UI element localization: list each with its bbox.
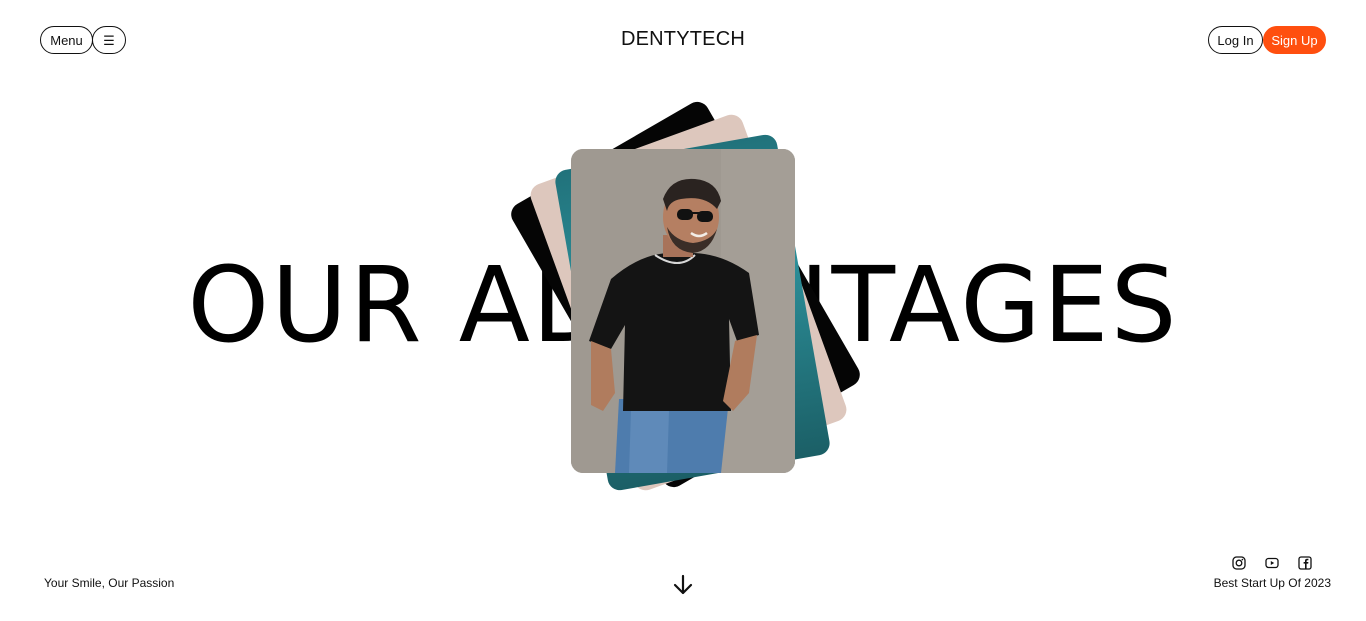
page: Menu ☰ DENTYTECH Log In Sign Up OUR ADVA… bbox=[0, 0, 1366, 621]
hamburger-icon: ☰ bbox=[103, 32, 115, 48]
person-photo bbox=[571, 149, 795, 473]
instagram-icon[interactable] bbox=[1232, 556, 1246, 570]
site-logo[interactable]: DENTYTECH bbox=[583, 28, 783, 51]
login-button-label: Log In bbox=[1217, 32, 1254, 48]
award-text: Best Start Up Of 2023 bbox=[1213, 576, 1331, 590]
menu-button[interactable]: Menu bbox=[40, 26, 93, 54]
facebook-icon[interactable] bbox=[1298, 556, 1312, 570]
signup-button-label: Sign Up bbox=[1271, 32, 1318, 48]
menu-button-label: Menu bbox=[50, 32, 83, 48]
social-links bbox=[1232, 556, 1312, 570]
youtube-icon[interactable] bbox=[1265, 556, 1279, 570]
login-button[interactable]: Log In bbox=[1208, 26, 1263, 54]
hero-photo-card bbox=[571, 149, 795, 473]
tagline: Your Smile, Our Passion bbox=[44, 576, 175, 590]
hamburger-button[interactable]: ☰ bbox=[92, 26, 126, 54]
arrow-down-icon[interactable] bbox=[670, 572, 696, 598]
signup-button[interactable]: Sign Up bbox=[1263, 26, 1326, 54]
